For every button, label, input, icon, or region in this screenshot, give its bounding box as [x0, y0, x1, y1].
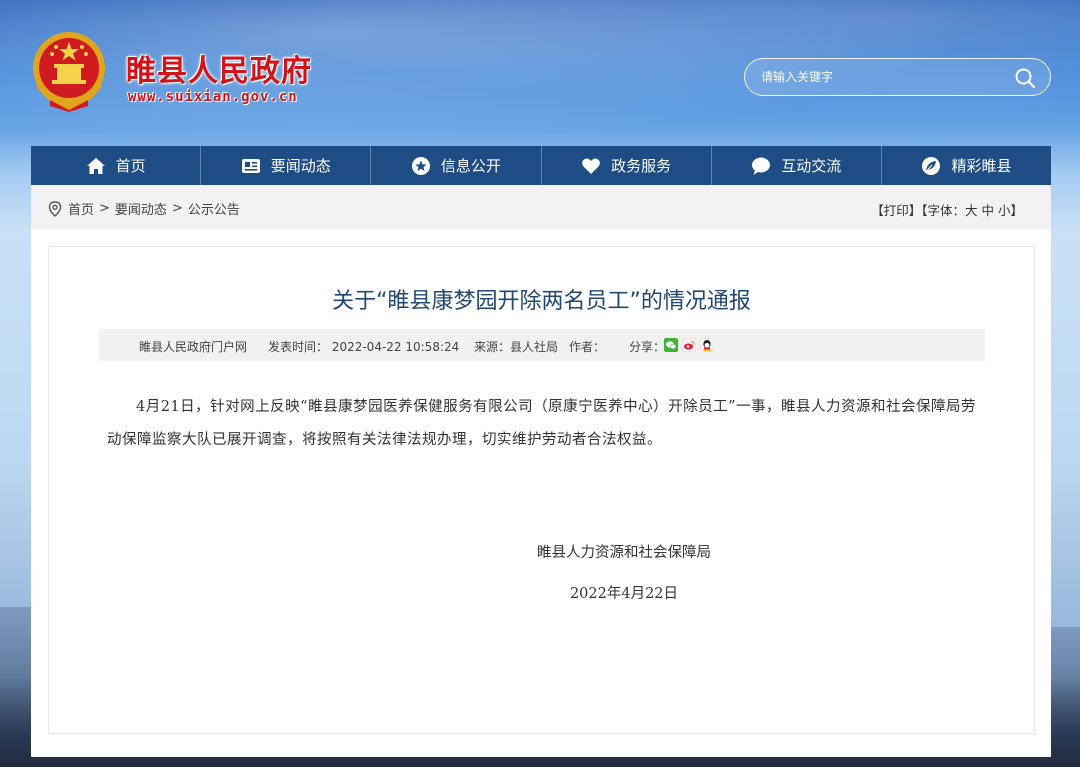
- nav-item-interaction[interactable]: 互动交流: [712, 146, 882, 185]
- nav-item-label: 信息公开: [440, 157, 501, 175]
- nav-item-news[interactable]: 要闻动态: [201, 146, 372, 185]
- location-pin-icon: [48, 200, 62, 217]
- signature-organization: 睢县人力资源和社会保障局: [537, 545, 711, 561]
- breadcrumb-separator: >: [171, 201, 183, 216]
- print-button[interactable]: 【打印】: [871, 203, 921, 218]
- breadcrumb: 首页 > 要闻动态 > 公示公告: [48, 199, 240, 218]
- leaf-icon: [922, 156, 941, 175]
- meta-share-label: 分享：: [629, 340, 666, 354]
- breadcrumb-bar: 首页 > 要闻动态 > 公示公告 【打印】【字体：大 中 小】: [31, 185, 1051, 229]
- national-emblem-icon[interactable]: [30, 30, 108, 112]
- wechat-share-icon[interactable]: [664, 338, 678, 352]
- breadcrumb-news[interactable]: 要闻动态: [115, 199, 167, 218]
- breadcrumb-notices[interactable]: 公示公告: [188, 199, 240, 218]
- meta-site: 睢县人民政府门户网: [139, 340, 248, 354]
- main-nav: 首页 要闻动态 信息公开 政务服务 互动交流 精彩睢县: [31, 146, 1051, 185]
- nav-item-label: 要闻动态: [270, 157, 331, 175]
- news-icon: [241, 158, 260, 173]
- heart-icon: [582, 158, 600, 174]
- nav-item-label: 精彩睢县: [951, 157, 1012, 175]
- meta-author: 作者：: [569, 340, 606, 354]
- breadcrumb-home[interactable]: 首页: [68, 199, 94, 218]
- article: 关于“睢县康梦园开除两名员工”的情况通报 睢县人民政府门户网 发表时间： 202…: [48, 246, 1035, 734]
- article-title: 关于“睢县康梦园开除两名员工”的情况通报: [332, 289, 751, 314]
- content-panel: 首页 > 要闻动态 > 公示公告 【打印】【字体：大 中 小】 关于“睢县康梦园…: [31, 185, 1051, 757]
- home-icon: [86, 157, 105, 174]
- breadcrumb-separator: >: [99, 201, 110, 216]
- site-url[interactable]: www.suixian.gov.cn: [128, 89, 298, 105]
- search-input[interactable]: [761, 67, 1001, 87]
- nav-item-info[interactable]: 信息公开: [371, 146, 542, 185]
- qq-share-icon[interactable]: [700, 338, 714, 352]
- nav-item-label: 互动交流: [781, 157, 842, 175]
- font-size-small-button[interactable]: 小: [998, 203, 1011, 218]
- search-box: [744, 58, 1051, 96]
- article-paragraph: 4月21日，针对网上反映“睢县康梦园医养保健服务有限公司（原康宁医养中心）开除员…: [107, 399, 976, 448]
- nav-item-label: 首页: [115, 157, 146, 175]
- nav-item-suixian[interactable]: 精彩睢县: [882, 146, 1051, 185]
- meta-source: 来源：县人社局: [474, 340, 559, 354]
- article-body: 4月21日，针对网上反映“睢县康梦园医养保健服务有限公司（原康宁医养中心）开除员…: [107, 391, 987, 457]
- signature-date: 2022年4月22日: [569, 586, 679, 602]
- search-icon[interactable]: [1014, 67, 1036, 89]
- site-title[interactable]: 睢县人民政府: [126, 46, 312, 90]
- font-size-bracket: 】: [1010, 203, 1023, 218]
- meta-published: 发表时间： 2022-04-22 10:58:24: [268, 340, 460, 354]
- font-size-label: 【字体：: [921, 203, 965, 218]
- weibo-share-icon[interactable]: [682, 338, 696, 352]
- nav-item-label: 政务服务: [611, 157, 672, 175]
- chat-icon: [752, 157, 771, 175]
- nav-item-home[interactable]: 首页: [31, 146, 202, 185]
- star-icon: [411, 156, 430, 175]
- nav-item-services[interactable]: 政务服务: [542, 146, 712, 185]
- article-meta: 睢县人民政府门户网 发表时间： 2022-04-22 10:58:24 来源：县…: [99, 329, 985, 361]
- font-size-medium-button[interactable]: 中: [981, 203, 994, 218]
- font-size-large-button[interactable]: 大: [965, 203, 978, 218]
- page-tools: 【打印】【字体：大 中 小】: [871, 200, 1023, 219]
